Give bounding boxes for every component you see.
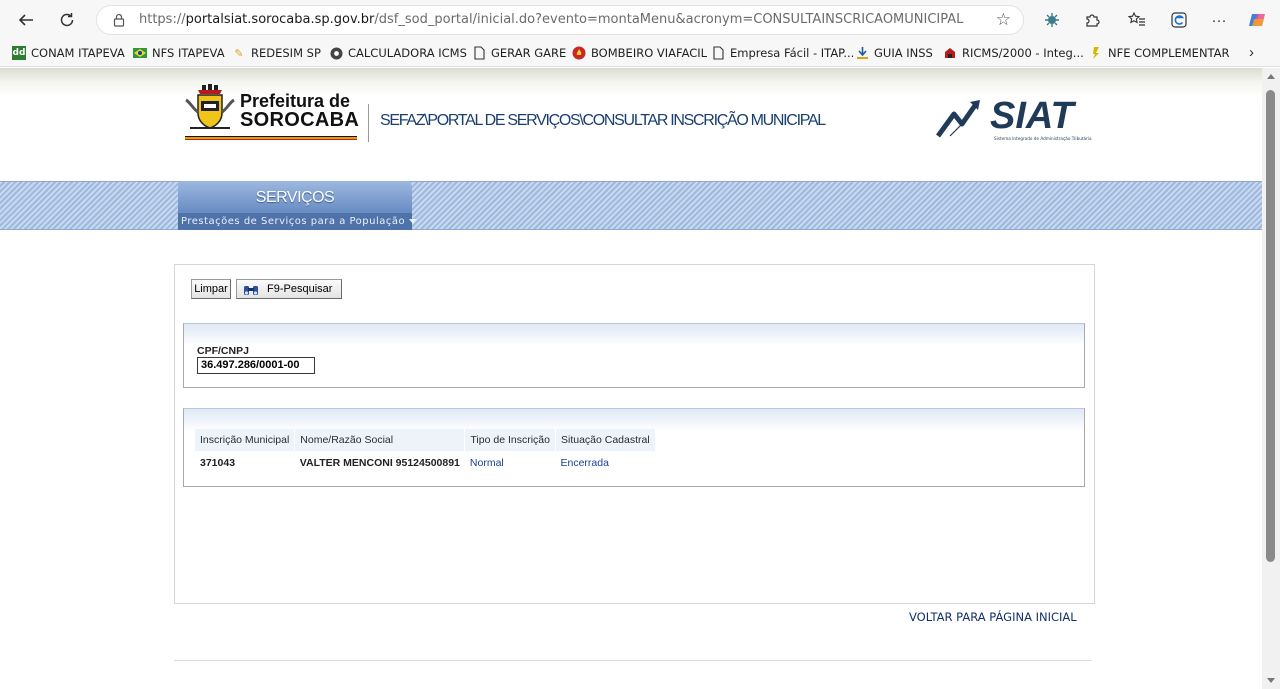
more-icon[interactable]: ··· bbox=[1207, 8, 1231, 32]
table-header-row: Inscrição Municipal Nome/Razão Social Ti… bbox=[195, 429, 656, 451]
copilot-icon[interactable] bbox=[1246, 8, 1270, 32]
services-menu[interactable]: SERVIÇOS Prestações de Serviços para a P… bbox=[178, 181, 418, 230]
sp-icon bbox=[943, 46, 957, 60]
bookmark-guia-inss[interactable]: GUIA INSS bbox=[855, 45, 933, 61]
bookmark-ricms-2000[interactable]: RICMS/2000 - Integ... bbox=[943, 45, 1084, 61]
pencil-icon: ✎ bbox=[234, 46, 244, 60]
page-viewport: Prefeitura de SOROCABA SEFAZ\PORTAL DE S… bbox=[0, 68, 1262, 689]
cpf-cnpj-label: CPF/CNPJ bbox=[197, 345, 249, 357]
clear-button[interactable]: Limpar bbox=[191, 279, 231, 299]
sorocaba-crest-icon bbox=[185, 84, 235, 129]
column-header: Tipo de Inscrição bbox=[464, 429, 556, 451]
cell-tipo[interactable]: Normal bbox=[465, 451, 556, 475]
scrollbar-thumb[interactable] bbox=[1266, 90, 1275, 562]
favorite-star-icon[interactable]: ☆ bbox=[996, 10, 1011, 30]
siat-tagline: Sistema Integrado de Administração Tribu… bbox=[994, 136, 1092, 141]
filter-fieldset: CPF/CNPJ 36.497.286/0001-00 bbox=[183, 323, 1085, 388]
address-bar[interactable]: https://portalsiat.sorocaba.sp.gov.br/ds… bbox=[96, 5, 1024, 35]
conam-icon: dd bbox=[12, 46, 26, 60]
header-divider bbox=[368, 104, 369, 142]
favorites-icon[interactable] bbox=[1125, 8, 1149, 32]
inss-icon bbox=[855, 46, 869, 60]
logo-stripe bbox=[185, 136, 357, 140]
cell-nome[interactable]: VALTER MENCONI 95124500891 bbox=[295, 451, 465, 475]
bookmark-conam-itapeva[interactable]: dd CONAM ITAPEVA bbox=[12, 45, 125, 61]
back-icon[interactable] bbox=[12, 6, 40, 34]
bookmark-nfe-complementar[interactable]: NFE COMPLEMENTAR bbox=[1089, 45, 1230, 61]
caret-down-icon bbox=[409, 218, 418, 224]
browser-toolbar: https://portalsiat.sorocaba.sp.gov.br/ds… bbox=[0, 0, 1280, 39]
column-header: Nome/Razão Social bbox=[294, 429, 466, 451]
url-text[interactable]: https://portalsiat.sorocaba.sp.gov.br/ds… bbox=[139, 12, 963, 27]
extension-icon[interactable] bbox=[1040, 8, 1064, 32]
bookmark-empresa-facil[interactable]: Empresa Fácil - ITAP... bbox=[711, 45, 854, 61]
results-table: Inscrição Municipal Nome/Razão Social Ti… bbox=[195, 429, 656, 475]
chrome-icon bbox=[329, 46, 343, 60]
cell-inscricao[interactable]: 371043 bbox=[195, 451, 295, 475]
chevron-right-icon[interactable]: › bbox=[1249, 44, 1254, 61]
puzzle-icon[interactable] bbox=[1080, 8, 1104, 32]
bookmarks-bar: dd CONAM ITAPEVA NFS ITAPEVA ✎ REDESIM S… bbox=[0, 39, 1280, 67]
prefeitura-logo: Prefeitura de SOROCABA bbox=[240, 91, 360, 131]
breadcrumb: SEFAZ\PORTAL DE SERVIÇOS\CONSULTAR INSCR… bbox=[380, 112, 826, 129]
table-row[interactable]: 371043 VALTER MENCONI 95124500891 Normal… bbox=[195, 451, 655, 475]
footer-divider bbox=[174, 660, 1092, 661]
bookmark-calculadora-icms[interactable]: CALCULADORA ICMS bbox=[329, 45, 467, 61]
search-button[interactable]: F9-Pesquisar bbox=[236, 279, 342, 299]
page-icon bbox=[711, 46, 725, 60]
refresh-icon[interactable] bbox=[53, 6, 81, 34]
column-header: Inscrição Municipal bbox=[195, 429, 296, 451]
scroll-down-icon[interactable] bbox=[1267, 678, 1275, 683]
bookmark-bombeiro-viafacil[interactable]: BOMBEIRO VIAFACIL bbox=[572, 45, 707, 61]
scroll-up-icon[interactable] bbox=[1267, 74, 1275, 79]
column-header: Situação Cadastral bbox=[555, 429, 656, 451]
fire-icon bbox=[572, 46, 586, 60]
page-scrollbar[interactable] bbox=[1262, 68, 1280, 689]
cell-situacao[interactable]: Encerrada bbox=[555, 451, 655, 475]
siat-logo: SIAT Sistema Integrado de Administração … bbox=[936, 95, 1092, 141]
services-menu-title[interactable]: SERVIÇOS bbox=[178, 189, 412, 207]
services-submenu[interactable]: Prestações de Serviços para a População bbox=[178, 213, 418, 230]
brazil-flag-icon bbox=[133, 46, 147, 60]
cpf-cnpj-input[interactable]: 36.497.286/0001-00 bbox=[197, 357, 315, 374]
bookmark-redesim-sp[interactable]: ✎ REDESIM SP bbox=[232, 45, 321, 61]
nfe-icon bbox=[1089, 46, 1103, 60]
binoculars-icon bbox=[244, 285, 258, 295]
results-fieldset: Inscrição Municipal Nome/Razão Social Ti… bbox=[183, 408, 1085, 487]
page-icon bbox=[472, 46, 486, 60]
siat-logo-text: SIAT bbox=[990, 95, 1077, 137]
browser-essentials-icon[interactable] bbox=[1167, 8, 1191, 32]
lock-icon[interactable] bbox=[111, 12, 127, 28]
consulta-panel: Limpar F9-Pesquisar CPF/CNPJ 36.497.286/… bbox=[174, 264, 1095, 604]
bookmark-gerar-gare[interactable]: GERAR GARE bbox=[472, 45, 566, 61]
bookmark-nfs-itapeva[interactable]: NFS ITAPEVA bbox=[133, 45, 225, 61]
back-to-home-link[interactable]: VOLTAR PARA PÁGINA INICIAL bbox=[909, 610, 1077, 624]
